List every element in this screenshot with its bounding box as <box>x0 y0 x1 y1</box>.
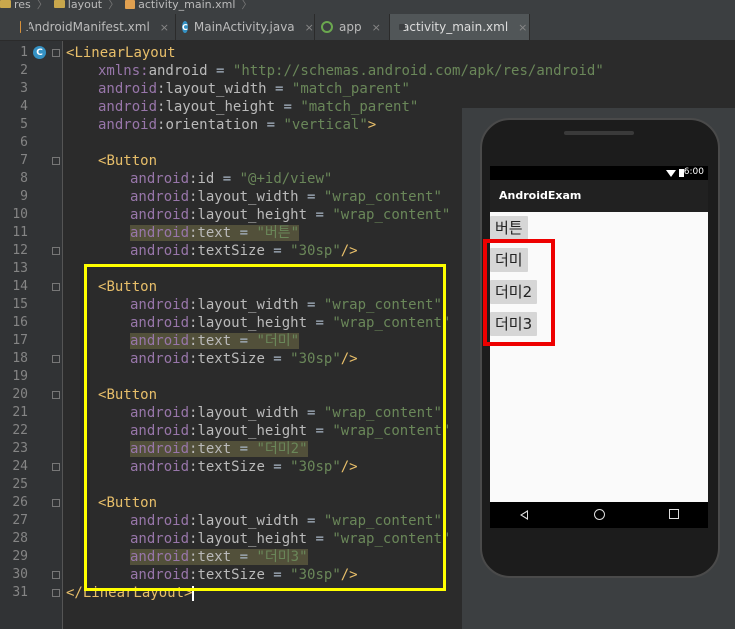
breadcrumb-res[interactable]: res <box>0 0 31 11</box>
app-title: AndroidExam <box>499 189 582 202</box>
navigation-bar <box>490 502 708 528</box>
line-number: 27 <box>12 513 28 528</box>
line-number: 24 <box>12 459 28 474</box>
yellow-highlight-box <box>84 264 446 591</box>
wifi-icon <box>666 170 676 177</box>
line-number-gutter: 1 2 3 4 5 6 7 8 9 10 11 12 13 14 15 16 17 18 19 20 21 22 23 24 2… <box>0 41 63 629</box>
fold-marker-icon[interactable] <box>52 499 60 507</box>
line-number: 14 <box>12 279 28 294</box>
line-number: 21 <box>12 405 28 420</box>
line-number: 23 <box>12 441 28 456</box>
status-bar: 6:00 <box>490 166 708 180</box>
code-line: android:textSize = "30sp"/> <box>130 243 358 259</box>
line-number: 5 <box>20 117 28 132</box>
tab-activity-main[interactable]: activity_main.xml × <box>390 14 530 40</box>
recents-icon[interactable] <box>669 509 679 519</box>
tab-android-manifest[interactable]: AndroidManifest.xml × <box>14 14 176 40</box>
fold-marker-icon[interactable] <box>52 247 60 255</box>
fold-marker-icon[interactable] <box>52 283 60 291</box>
folder-icon <box>0 0 11 8</box>
line-number: 17 <box>12 333 28 348</box>
code-line: android:id = "@+id/view" <box>130 171 333 187</box>
line-number: 3 <box>20 81 28 96</box>
app-action-bar: AndroidExam <box>490 180 708 212</box>
tab-main-activity[interactable]: C MainActivity.java × <box>176 14 315 40</box>
close-icon[interactable]: × <box>518 21 527 34</box>
line-number: 22 <box>12 423 28 438</box>
back-icon[interactable] <box>520 510 528 520</box>
fold-marker-icon[interactable] <box>52 355 60 363</box>
breadcrumb-layout[interactable]: layout <box>53 0 102 11</box>
java-class-icon: C <box>182 21 188 33</box>
code-line: xmlns:android = "http://schemas.android.… <box>98 63 604 79</box>
line-number: 4 <box>20 99 28 114</box>
fold-marker-icon[interactable] <box>52 157 60 165</box>
line-number: 6 <box>20 135 28 150</box>
code-line: <LinearLayout <box>66 45 176 61</box>
close-icon[interactable]: × <box>160 21 169 34</box>
fold-marker-icon[interactable] <box>52 49 60 57</box>
close-icon[interactable]: × <box>305 21 314 34</box>
breadcrumb-separator: 〉 <box>108 0 120 11</box>
xml-file-icon <box>125 0 136 9</box>
fold-marker-icon[interactable] <box>52 589 60 597</box>
status-time: 6:00 <box>683 167 704 177</box>
line-number: 25 <box>12 477 28 492</box>
breadcrumb-separator: 〉 <box>241 0 253 11</box>
breadcrumb-separator: 〉 <box>36 0 48 11</box>
code-line: android:layout_width = "wrap_content" <box>130 189 442 205</box>
code-line: <Button <box>98 153 158 169</box>
line-number: 29 <box>12 549 28 564</box>
breadcrumb-file[interactable]: activity_main.xml <box>125 0 235 11</box>
close-icon[interactable]: × <box>372 21 381 34</box>
fold-marker-icon[interactable] <box>52 463 60 471</box>
line-number: 1 <box>20 45 28 60</box>
line-number: 15 <box>12 297 28 312</box>
line-number: 18 <box>12 351 28 366</box>
line-number: 8 <box>20 171 28 186</box>
line-number: 10 <box>12 207 28 222</box>
fold-marker-icon[interactable] <box>52 391 60 399</box>
line-number: 13 <box>12 261 28 276</box>
red-highlight-box <box>483 239 555 346</box>
line-number: 28 <box>12 531 28 546</box>
code-line: android:text = "버튼" <box>130 225 300 241</box>
line-number: 11 <box>12 225 28 240</box>
phone-screen: 6:00 AndroidExam 버튼 더미 더미2 더미3 <box>490 166 708 528</box>
line-number: 20 <box>12 387 28 402</box>
phone-speaker <box>564 131 634 135</box>
editor-tab-bar: AndroidManifest.xml × C MainActivity.jav… <box>0 12 735 41</box>
code-line: android:layout_height = "match_parent" <box>98 99 419 115</box>
line-number: 2 <box>20 63 28 78</box>
folder-icon <box>53 0 65 8</box>
app-module-icon <box>321 21 333 33</box>
class-marker-icon[interactable]: C <box>33 46 46 59</box>
breadcrumb: res 〉 layout 〉 activity_main.xml 〉 <box>0 0 735 12</box>
line-number: 26 <box>12 495 28 510</box>
line-number: 7 <box>20 153 28 168</box>
line-number: 31 <box>12 585 28 600</box>
fold-marker-icon[interactable] <box>52 571 60 579</box>
line-number: 30 <box>12 567 28 582</box>
line-number: 9 <box>20 189 28 204</box>
preview-button-beoteun[interactable]: 버튼 <box>490 216 528 240</box>
line-number: 12 <box>12 243 28 258</box>
line-number: 16 <box>12 315 28 330</box>
code-line: android:orientation = "vertical"> <box>98 117 377 133</box>
code-line: android:layout_height = "wrap_content" <box>130 207 451 223</box>
code-line: android:layout_width = "match_parent" <box>98 81 410 97</box>
tab-app[interactable]: app × <box>315 14 390 40</box>
line-number: 19 <box>12 369 28 384</box>
home-icon[interactable] <box>594 509 605 520</box>
